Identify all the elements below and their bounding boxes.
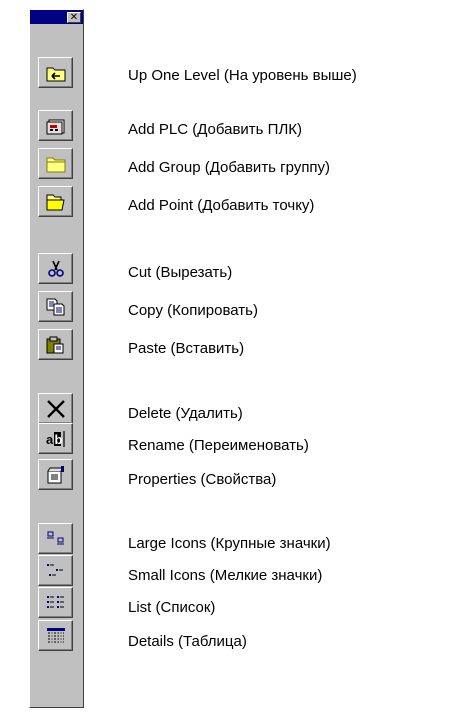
- add-group-button[interactable]: [38, 148, 73, 179]
- up-one-level-icon: [46, 67, 66, 82]
- list-button[interactable]: [38, 587, 73, 618]
- delete-button[interactable]: [38, 393, 73, 424]
- toolbar-window: ✕ a b: [29, 9, 84, 708]
- label-properties: Properties (Свойства): [128, 471, 277, 488]
- properties-icon: [47, 466, 64, 484]
- label-delete: Delete (Удалить): [128, 405, 243, 422]
- small-icons-button[interactable]: [38, 555, 73, 586]
- copy-icon: [46, 298, 65, 316]
- label-large-icons: Large Icons (Крупные значки): [128, 535, 331, 552]
- details-button[interactable]: [38, 620, 73, 651]
- add-group-icon: [46, 157, 66, 173]
- add-plc-button[interactable]: [38, 110, 73, 141]
- delete-icon: [47, 400, 65, 418]
- label-add-group: Add Group (Добавить группу): [128, 159, 331, 176]
- label-copy: Copy (Копировать): [128, 302, 258, 319]
- add-point-icon: [46, 194, 65, 211]
- list-icon: [47, 596, 64, 608]
- rename-icon: a b: [46, 431, 65, 447]
- label-paste: Paste (Вставить): [128, 340, 245, 357]
- label-rename: Rename (Переименовать): [128, 437, 309, 454]
- paste-button[interactable]: [38, 329, 73, 360]
- add-plc-icon: [46, 119, 65, 135]
- large-icons-icon: [47, 531, 64, 545]
- copy-button[interactable]: [38, 291, 73, 322]
- up-one-level-button[interactable]: [38, 57, 73, 88]
- small-icons-icon: [47, 564, 63, 576]
- label-small-icons: Small Icons (Мелкие значки): [128, 567, 323, 584]
- cut-icon: [48, 260, 64, 277]
- add-point-button[interactable]: [38, 186, 73, 217]
- label-list: List (Список): [128, 599, 216, 616]
- svg-text:a: a: [46, 432, 54, 447]
- toolbar-titlebar[interactable]: ✕: [30, 10, 83, 24]
- svg-text:b: b: [55, 432, 63, 447]
- label-up-one-level: Up One Level (На уровень выше): [128, 67, 357, 84]
- label-details: Details (Таблица): [128, 633, 247, 650]
- properties-button[interactable]: [38, 459, 73, 490]
- label-cut: Cut (Вырезать): [128, 264, 233, 281]
- close-icon: ✕: [69, 12, 79, 23]
- rename-button[interactable]: a b: [38, 423, 73, 454]
- paste-icon: [46, 336, 64, 354]
- details-icon: [47, 628, 65, 644]
- label-add-point: Add Point (Добавить точку): [128, 197, 315, 214]
- close-button[interactable]: ✕: [67, 12, 81, 23]
- label-add-plc: Add PLC (Добавить ПЛК): [128, 121, 303, 138]
- cut-button[interactable]: [38, 253, 73, 284]
- large-icons-button[interactable]: [38, 523, 73, 554]
